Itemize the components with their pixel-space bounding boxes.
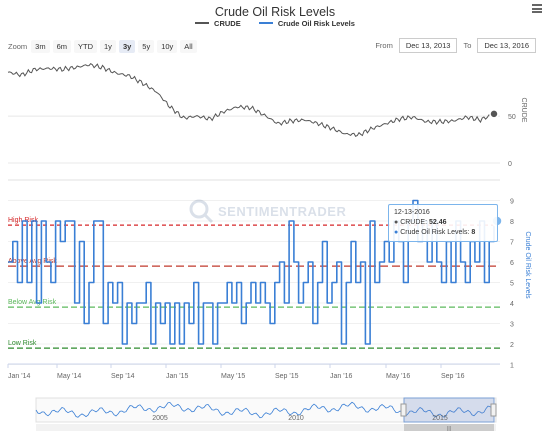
navigator-selection[interactable] bbox=[403, 397, 495, 423]
navigator-year-label: 2005 bbox=[152, 415, 168, 422]
tooltip-risk-value: 8 bbox=[471, 229, 476, 236]
reference-line-label: Below Avg Risk bbox=[8, 299, 57, 306]
x-tick-label: May '16 bbox=[386, 373, 410, 380]
x-tick-label: Jan '15 bbox=[166, 373, 188, 380]
crude-tick-label: 0 bbox=[508, 161, 512, 168]
risk-tick-label: 1 bbox=[510, 363, 514, 370]
x-tick-label: Jan '14 bbox=[8, 373, 30, 380]
tooltip: 12-13-2016 ● CRUDE: 52.46 ● Crude Oil Ri… bbox=[388, 204, 498, 242]
risk-tick-label: 2 bbox=[510, 342, 514, 349]
risk-tick-label: 6 bbox=[510, 260, 514, 267]
tooltip-crude-label: CRUDE: bbox=[400, 219, 428, 226]
risk-tick-label: 5 bbox=[510, 281, 514, 288]
risk-tick-label: 4 bbox=[510, 301, 514, 308]
navigator-handle-right[interactable] bbox=[490, 403, 497, 417]
risk-tick-label: 3 bbox=[510, 322, 514, 329]
risk-axis-title: Crude Oil Risk Levels bbox=[524, 231, 531, 299]
x-tick-label: May '14 bbox=[57, 373, 81, 380]
x-axis: Jan '14 May '14 Sep '14 Jan '15 May '15 Sep '… bbox=[7, 363, 500, 380]
tooltip-risk-row: ● Crude Oil Risk Levels: 8 bbox=[394, 229, 476, 236]
risk-axis: 1 2 3 4 5 6 7 8 9 Crude Oil Risk Levels bbox=[510, 199, 531, 370]
crude-gridlines bbox=[8, 115, 500, 164]
navigator-year-label: 2015 bbox=[432, 415, 448, 422]
risk-tick-label: 7 bbox=[510, 240, 514, 247]
x-tick-label: Jan '16 bbox=[330, 373, 352, 380]
tooltip-crude-value: 52.46 bbox=[428, 219, 447, 226]
x-tick-label: Sep '14 bbox=[111, 373, 135, 380]
crude-axis-title: CRUDE bbox=[520, 98, 527, 123]
x-tick-label: May '15 bbox=[221, 373, 245, 380]
navigator[interactable]: 2005 2010 2015 ||| bbox=[35, 397, 497, 432]
reference-line-label: Low Risk bbox=[8, 340, 37, 347]
crude-tick-label: 50 bbox=[508, 114, 516, 121]
crude-axis: 0 50 CRUDE bbox=[508, 98, 527, 168]
tooltip-crude-row: ● CRUDE: 52.46 bbox=[394, 219, 447, 226]
x-tick-label: Sep '15 bbox=[275, 373, 299, 380]
tooltip-risk-label: Crude Oil Risk Levels: bbox=[400, 229, 470, 236]
navigator-year-label: 2010 bbox=[288, 415, 304, 422]
risk-tick-label: 8 bbox=[510, 219, 514, 226]
risk-tick-label: 9 bbox=[510, 199, 514, 206]
navigator-handle-left[interactable] bbox=[400, 403, 407, 417]
tooltip-date: 12-13-2016 bbox=[394, 209, 430, 216]
scrollbar-grip-icon: ||| bbox=[447, 426, 451, 432]
x-tick-label: Sep '16 bbox=[441, 373, 465, 380]
crude-hover-marker bbox=[489, 109, 499, 119]
crude-series-line bbox=[7, 63, 495, 137]
